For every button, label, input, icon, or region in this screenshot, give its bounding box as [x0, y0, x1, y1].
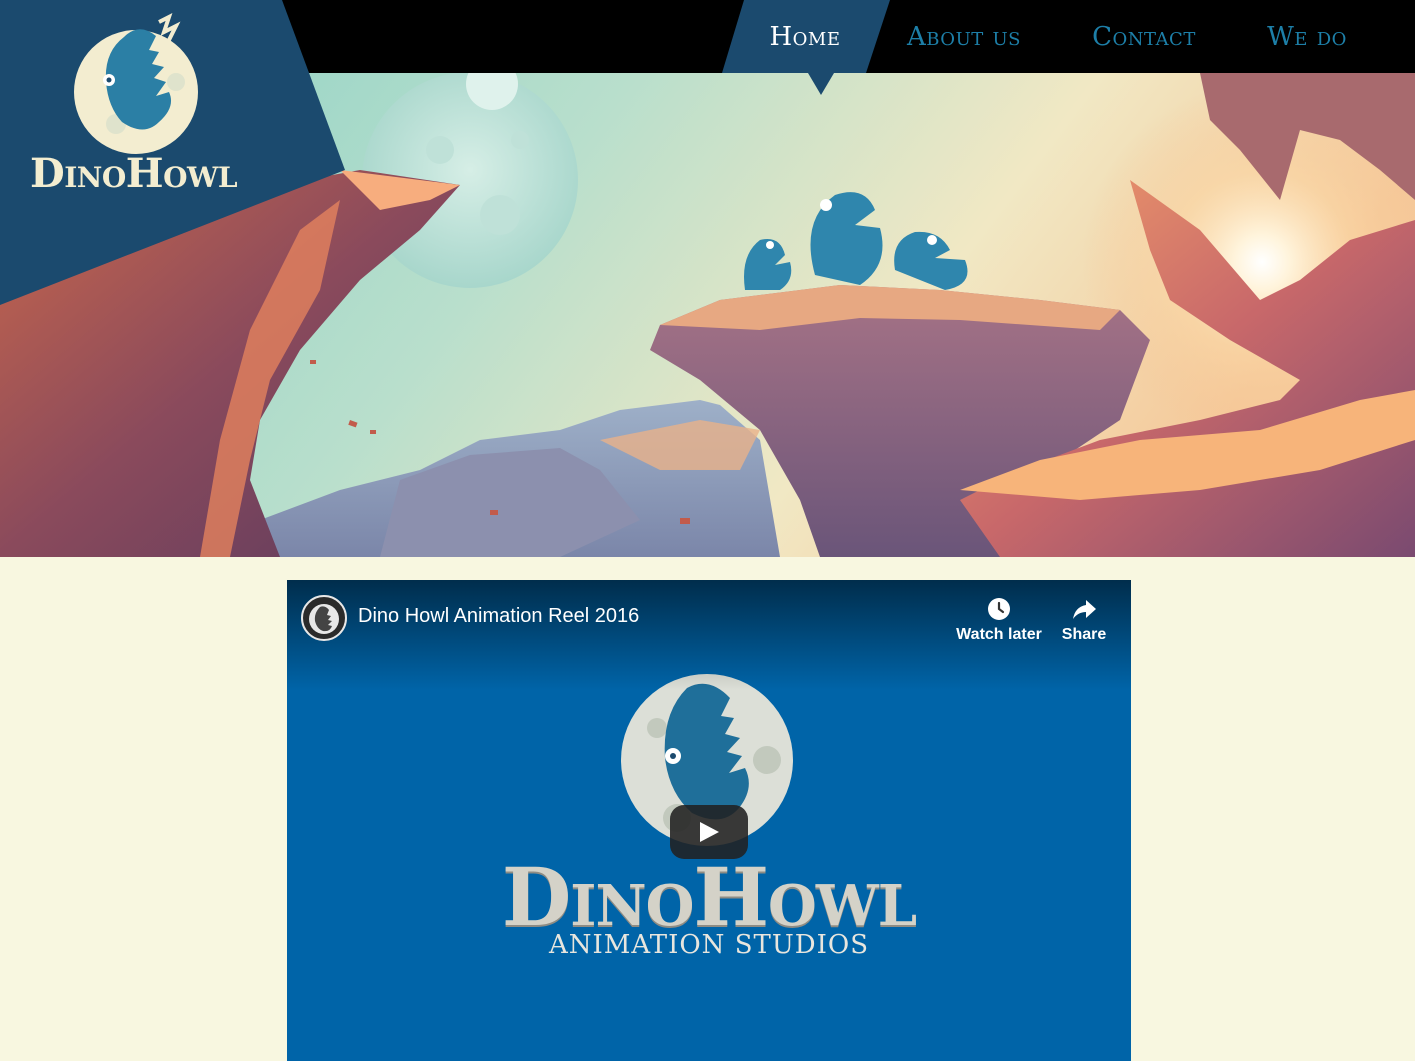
clock-icon: [988, 598, 1010, 620]
share-arrow-icon: [1073, 600, 1096, 619]
watch-later-button[interactable]: Watch later: [954, 594, 1044, 644]
nav-about-us[interactable]: About us: [900, 0, 1028, 73]
watch-later-label: Watch later: [956, 626, 1042, 643]
video-title[interactable]: Dino Howl Animation Reel 2016: [358, 605, 639, 628]
share-label: Share: [1061, 626, 1107, 643]
nav-we-do[interactable]: We do: [1258, 0, 1356, 73]
video-player[interactable]: DinoHowl ANIMATION STUDIOS Dino Howl Ani…: [287, 580, 1131, 1061]
play-button[interactable]: [670, 805, 748, 859]
channel-logo-icon: [309, 604, 339, 634]
nav-contact[interactable]: Contact: [1080, 0, 1208, 73]
dino-moon-logo-icon[interactable]: [64, 12, 209, 157]
nav-home[interactable]: Home: [752, 0, 858, 73]
channel-avatar[interactable]: [301, 595, 347, 641]
share-button[interactable]: Share: [1039, 594, 1129, 644]
play-icon: [700, 822, 719, 842]
video-thumbnail-subtitle: ANIMATION STUDIOS: [548, 930, 870, 960]
brand-name[interactable]: DinoHowl: [30, 150, 270, 197]
